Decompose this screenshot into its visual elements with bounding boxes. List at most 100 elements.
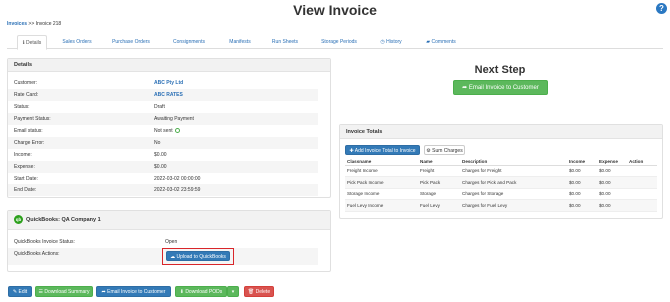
qb-actions-label: QuickBooks Actions: bbox=[14, 251, 60, 257]
download-pods-dropdown-toggle[interactable]: ▾ bbox=[227, 286, 239, 297]
invoice-totals-table: Classname Name Description Income Expens… bbox=[345, 158, 657, 212]
tab-sales-orders[interactable]: Sales Orders bbox=[59, 35, 95, 49]
qb-status-label: QuickBooks Invoice Status: bbox=[14, 239, 75, 245]
edit-button[interactable]: ✎ Edit bbox=[8, 286, 32, 297]
detail-value: Not sent bbox=[154, 128, 173, 134]
quickbooks-title: QuickBooks: QA Company 1 bbox=[26, 217, 101, 223]
detail-row-end-date: End Date: 2022-03-02 23:59:59 bbox=[8, 184, 318, 196]
table-cell: $0.00 bbox=[567, 176, 597, 189]
gear-icon: ⚙ bbox=[426, 148, 431, 154]
pencil-icon: ✎ bbox=[12, 289, 18, 295]
table-row: Freight Income Freight Charges for Freig… bbox=[345, 165, 657, 177]
table-cell: $0.00 bbox=[567, 199, 597, 212]
download-pods-button[interactable]: ⬇ Download PODs bbox=[175, 286, 227, 297]
detail-value: $0.00 bbox=[154, 152, 167, 158]
tab-details[interactable]: ℹ Details bbox=[17, 35, 47, 50]
detail-label: Payment Status: bbox=[14, 116, 51, 122]
tab-history[interactable]: ◷ History bbox=[376, 35, 406, 49]
caret-down-icon: ▾ bbox=[231, 289, 235, 295]
comment-icon: ▰ bbox=[426, 39, 431, 45]
info-icon: ℹ bbox=[22, 40, 25, 46]
highlight-outline bbox=[162, 248, 234, 265]
tab-storage-periods[interactable]: Storage Periods bbox=[316, 35, 362, 49]
rate-card-link[interactable]: ABC RATES bbox=[154, 89, 183, 101]
tab-consignments[interactable]: Consignments bbox=[169, 35, 209, 49]
email-invoice-button-primary[interactable]: ➦ Email Invoice to Customer bbox=[453, 80, 548, 95]
detail-label: Expense: bbox=[14, 164, 35, 170]
detail-row-income: Income: $0.00 bbox=[8, 149, 318, 161]
check-circle-icon bbox=[174, 128, 180, 134]
table-row: Fuel Levy Income Fuel Levy Charges for F… bbox=[345, 199, 657, 212]
table-cell: Storage Income bbox=[345, 188, 418, 200]
breadcrumb-separator: >> bbox=[28, 21, 35, 27]
download-summary-button[interactable]: ☰ Download Summary bbox=[35, 286, 93, 297]
breadcrumb-invoices-link[interactable]: Invoices bbox=[7, 21, 27, 27]
table-cell: Charges for Pick and Pack bbox=[460, 176, 567, 189]
table-cell: Charges for Fuel Levy bbox=[460, 199, 567, 212]
breadcrumb-current: Invoice 218 bbox=[35, 21, 62, 27]
column-header: Name bbox=[418, 158, 460, 166]
table-cell bbox=[627, 188, 657, 200]
detail-label: Email status: bbox=[14, 128, 43, 134]
tab-purchase-orders[interactable]: Purchase Orders bbox=[108, 35, 154, 49]
table-cell: $0.00 bbox=[567, 165, 597, 177]
detail-row-email-status: Email status: Not sent bbox=[8, 125, 318, 137]
share-icon: ➦ bbox=[462, 85, 468, 91]
detail-label: End Date: bbox=[14, 187, 37, 193]
email-label: Email Invoice to Customer bbox=[107, 289, 166, 295]
list-icon: ☰ bbox=[38, 289, 44, 295]
add-invoice-total-label: Add Invoice Total to Invoice bbox=[354, 148, 416, 154]
help-icon[interactable]: ? bbox=[656, 3, 667, 14]
customer-link[interactable]: ABC Pty Ltd bbox=[154, 77, 183, 89]
trash-icon: 🗑 bbox=[247, 289, 255, 295]
table-cell: Fuel Levy bbox=[418, 199, 460, 212]
download-icon: ⬇ bbox=[179, 289, 184, 295]
column-header: Classname bbox=[345, 158, 418, 166]
detail-row-status: Status: Draft bbox=[8, 101, 318, 113]
table-cell: Fuel Levy Income bbox=[345, 199, 418, 212]
table-cell bbox=[627, 165, 657, 177]
next-step-heading: Next Step bbox=[474, 64, 526, 76]
add-invoice-total-button[interactable]: ✚ Add Invoice Total to Invoice bbox=[345, 145, 420, 155]
qb-status-row: QuickBooks Invoice Status: Open bbox=[8, 236, 318, 248]
table-cell: $0.00 bbox=[597, 188, 627, 200]
tab-bar: ℹ Details Sales Orders Purchase Orders C… bbox=[7, 35, 663, 50]
table-cell: Charges for Storage bbox=[460, 188, 567, 200]
page-title: View Invoice bbox=[293, 2, 377, 18]
qb-status-value: Open bbox=[165, 239, 178, 245]
download-summary-label: Download Summary bbox=[44, 289, 90, 295]
email-invoice-button[interactable]: ➦ Email Invoice to Customer bbox=[96, 286, 171, 297]
tab-details-label: Details bbox=[26, 40, 42, 46]
tab-manifests[interactable]: Manifests bbox=[225, 35, 255, 49]
share-icon: ➦ bbox=[101, 289, 106, 295]
delete-label: Delete bbox=[255, 289, 271, 295]
table-cell: $0.00 bbox=[597, 165, 627, 177]
table-header-row: Classname Name Description Income Expens… bbox=[345, 158, 657, 166]
tab-history-label: History bbox=[386, 39, 402, 45]
table-cell: Storage bbox=[418, 188, 460, 200]
detail-label: Income: bbox=[14, 152, 32, 158]
table-cell: $0.00 bbox=[567, 188, 597, 200]
table-cell: Freight Income bbox=[345, 165, 418, 177]
details-heading: Details bbox=[8, 59, 330, 72]
invoice-totals-heading: Invoice Totals bbox=[340, 125, 662, 139]
tab-run-sheets[interactable]: Run Sheets bbox=[269, 35, 301, 49]
email-invoice-label: Email Invoice to Customer bbox=[468, 85, 539, 91]
clock-icon: ◷ bbox=[380, 39, 385, 45]
table-cell bbox=[627, 199, 657, 212]
detail-value: 2022-03-02 23:59:59 bbox=[154, 187, 201, 193]
detail-row-charge-error: Charge Error: No bbox=[8, 137, 318, 149]
tab-comments[interactable]: ▰ Comments bbox=[421, 35, 461, 49]
detail-row-payment-status: Payment Status: Awaiting Payment bbox=[8, 113, 318, 125]
detail-value: $0.00 bbox=[154, 164, 167, 170]
download-pods-label: Download PODs bbox=[185, 289, 223, 295]
table-cell bbox=[627, 176, 657, 189]
sum-charges-label: Sum Charges bbox=[432, 148, 463, 154]
detail-label: Charge Error: bbox=[14, 140, 45, 146]
quickbooks-heading: qb QuickBooks: QA Company 1 bbox=[8, 211, 330, 230]
sum-charges-button[interactable]: ⚙ Sum Charges bbox=[424, 145, 465, 155]
table-row: Storage Income Storage Charges for Stora… bbox=[345, 188, 657, 200]
delete-button[interactable]: 🗑 Delete bbox=[244, 286, 274, 297]
table-row: Pick Pack Income Pick Pack Charges for P… bbox=[345, 176, 657, 189]
detail-row-rate-card: Rate Card: ABC RATES bbox=[8, 89, 318, 101]
